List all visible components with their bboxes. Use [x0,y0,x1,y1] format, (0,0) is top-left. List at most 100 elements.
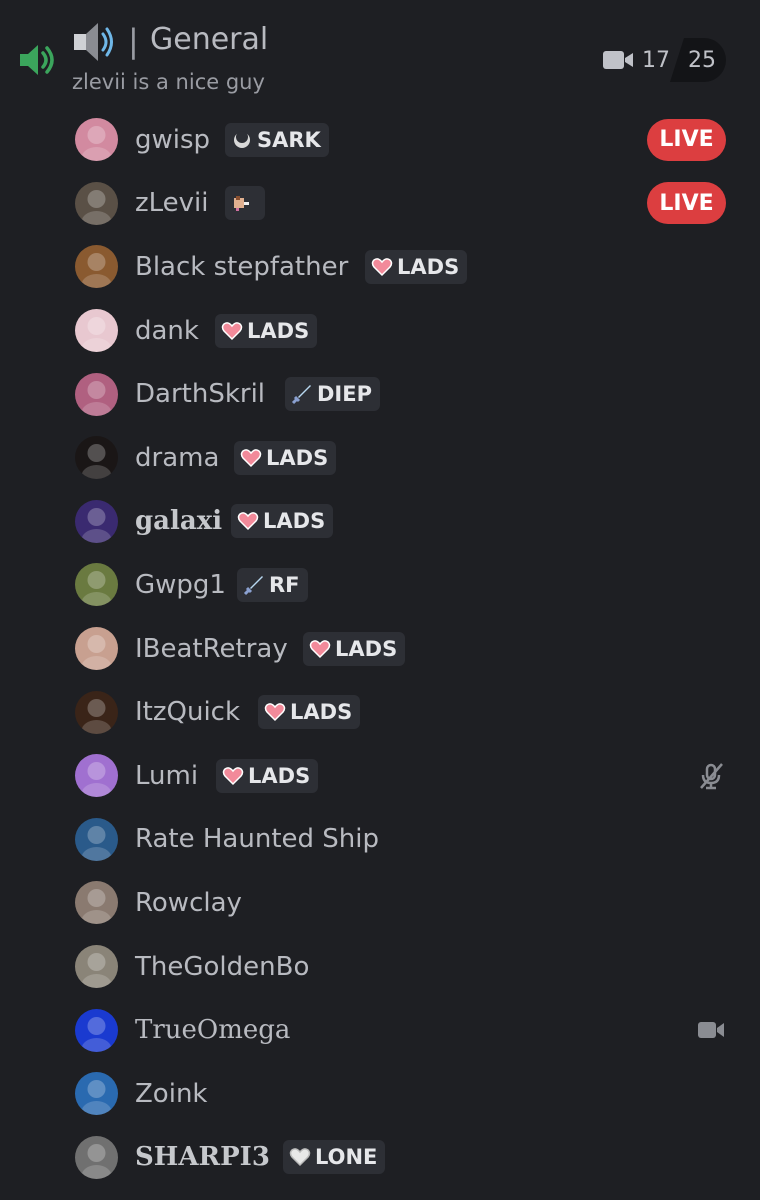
member-row[interactable]: SHARPI3 LONE [0,1126,760,1190]
member-name: ItzQuick [135,697,241,728]
member-row[interactable]: galaxi LADS [0,490,760,554]
avatar[interactable] [75,1008,118,1052]
heart-icon [371,256,397,278]
member-name: IBeatRetray [135,633,288,664]
member-name: TheGoldenBo [135,951,310,982]
member-row[interactable]: TrueOmega [0,998,760,1062]
avatar[interactable] [75,627,118,671]
white-heart-icon [289,1146,315,1168]
member-name: dank [135,315,199,346]
channel-status: zlevii is a nice guy [72,70,265,94]
server-tag-label: SARK [257,127,321,152]
video-count: 17 [642,47,670,73]
server-tag-label: DIEP [317,382,372,407]
avatar[interactable] [75,181,118,225]
server-tag-label: LONE [315,1145,378,1170]
member-row[interactable]: Black stepfather LADS [0,235,760,299]
server-tag[interactable]: LADS [234,440,337,475]
server-tag[interactable]: LADS [303,631,406,666]
channel-header: | General zlevii is a nice guy 17 25 [0,0,760,110]
channel-separator: | [128,22,139,60]
server-tag[interactable]: LADS [231,504,334,539]
voice-member-list: gwisp SARK LIVE zLevii LIVE Black stepfather L… [0,108,760,1189]
heart-icon [264,701,290,723]
video-limit: 25 [670,38,726,82]
member-row[interactable]: dank LADS [0,299,760,363]
member-row[interactable]: Gwpg1 RF [0,553,760,617]
server-tag-label: LADS [335,636,398,661]
sword-icon [243,574,269,596]
member-row[interactable]: DarthSkril DIEP [0,362,760,426]
server-tag[interactable]: DIEP [285,377,380,412]
avatar[interactable] [75,754,118,798]
member-name: DarthSkril [135,379,266,410]
member-name: Zoink [135,1078,208,1109]
avatar[interactable] [75,1135,118,1179]
avatar[interactable] [75,499,118,543]
server-tag[interactable] [225,186,265,221]
member-row[interactable]: zLevii LIVE [0,172,760,236]
server-tag[interactable]: LADS [215,313,318,348]
member-row[interactable]: ItzQuick LADS [0,680,760,744]
avatar[interactable] [75,563,118,607]
member-row[interactable]: drama LADS [0,426,760,490]
member-name: Rate Haunted Ship [135,824,379,855]
avatar[interactable] [75,309,118,353]
member-row[interactable]: Zoink [0,1062,760,1126]
server-tag-label: LADS [290,700,353,725]
avatar[interactable] [75,118,118,162]
moon-icon [231,129,257,151]
server-tag[interactable]: LADS [365,249,468,284]
channel-name[interactable]: General [150,22,268,57]
server-tag-label: RF [269,572,300,597]
member-name: Gwpg1 [135,569,226,600]
member-row[interactable]: Rowclay [0,871,760,935]
server-tag-label: LADS [397,254,460,279]
server-tag[interactable]: LADS [216,758,319,793]
heart-icon [237,510,263,532]
member-name: TrueOmega [135,1015,291,1046]
member-name: Rowclay [135,887,242,918]
avatar[interactable] [75,245,118,289]
speaking-speaker-icon [20,45,54,75]
server-tag-label: LADS [248,763,311,788]
heart-icon [222,765,248,787]
member-name: Black stepfather [135,251,349,282]
voice-channel-speaker-icon [74,23,113,61]
server-tag[interactable]: LADS [258,695,361,730]
muted-mic-icon [696,761,726,791]
heart-icon [240,447,266,469]
server-tag[interactable]: RF [237,567,308,602]
member-name: zLevii [135,188,209,219]
video-participant-counter: 17 25 [596,38,726,82]
member-row[interactable]: TheGoldenBo [0,935,760,999]
live-badge[interactable]: LIVE [647,118,726,161]
member-row[interactable]: Lumi LADS [0,744,760,808]
video-camera-icon [603,51,633,69]
member-row[interactable]: IBeatRetray LADS [0,617,760,681]
avatar[interactable] [75,372,118,416]
sword-icon [291,383,317,405]
avatar[interactable] [75,436,118,480]
member-row[interactable]: Rate Haunted Ship [0,808,760,872]
avatar[interactable] [75,690,118,734]
server-tag-label: LADS [247,318,310,343]
member-name: Lumi [135,760,199,791]
avatar[interactable] [75,881,118,925]
member-name: drama [135,442,220,473]
server-tag-label: LADS [263,509,326,534]
video-camera-icon [696,1015,726,1045]
member-name: gwisp [135,124,211,155]
avatar[interactable] [75,1072,118,1116]
pixel-dog-icon [231,192,257,214]
live-badge[interactable]: LIVE [647,182,726,225]
member-name: SHARPI3 [135,1142,270,1173]
heart-icon [309,638,335,660]
avatar[interactable] [75,945,118,989]
server-tag-label: LADS [266,445,329,470]
server-tag[interactable]: SARK [225,122,329,157]
member-name: galaxi [135,506,223,537]
member-row[interactable]: gwisp SARK LIVE [0,108,760,172]
server-tag[interactable]: LONE [283,1140,386,1175]
avatar[interactable] [75,817,118,861]
